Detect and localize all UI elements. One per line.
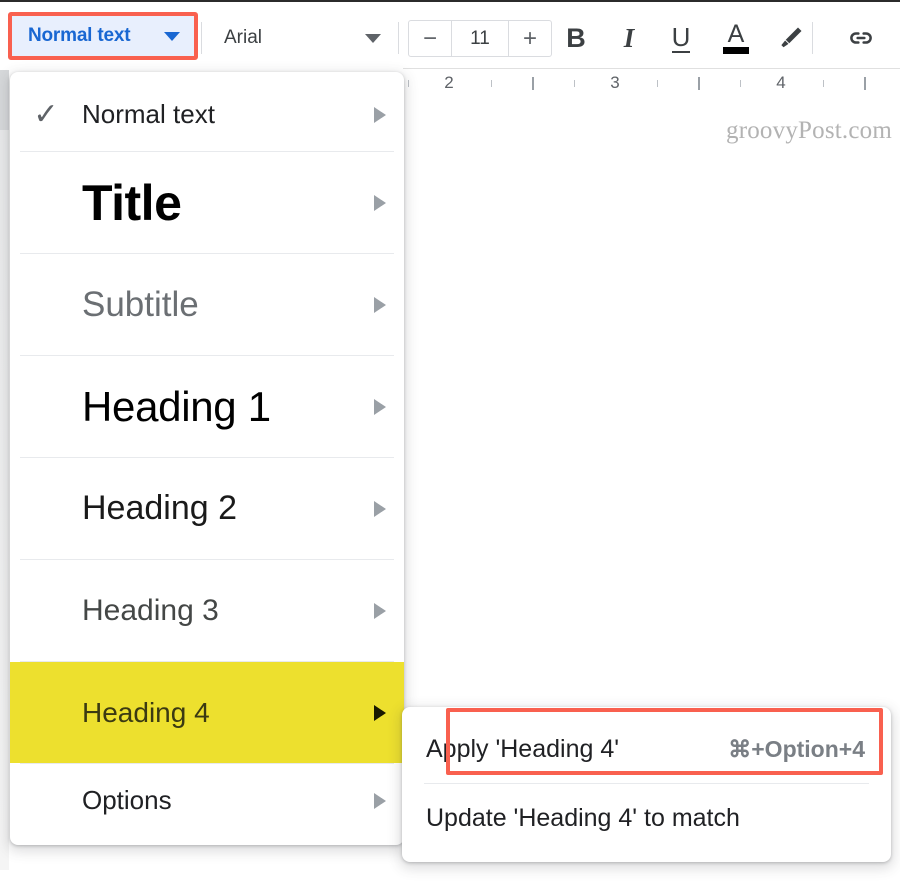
styles-menu-item-label: Subtitle [82,284,199,324]
toolbar-separator-1 [201,22,202,54]
ruler-tick [864,77,866,90]
ruler-number: 2 [444,73,454,92]
font-family-dropdown[interactable]: Arial [210,18,395,58]
ruler-number: 3 [610,73,620,92]
styles-menu-item-heading-1[interactable]: Heading 1 [10,356,404,457]
checkmark-icon: ✓ [33,97,59,131]
text-color-label: A [727,20,745,48]
docs-editor-screenshot: Arial − 11 + B I U A Normal text 2 3 4 g… [0,0,900,891]
styles-menu-item-heading-4[interactable]: Heading 4 [10,662,404,763]
ruler-tick [656,80,658,87]
styles-menu-item-label: Heading 3 [82,593,219,627]
chevron-down-icon [164,31,180,41]
font-size-stepper[interactable]: − 11 + [408,20,552,57]
submenu-item-label: Apply 'Heading 4' [426,734,620,763]
font-size-decrease-button[interactable]: − [409,21,451,56]
italic-button[interactable]: I [608,17,650,59]
left-edge-strip [0,70,9,130]
paragraph-style-dropdown[interactable]: Normal text [12,16,194,56]
styles-menu-item-label: Title [82,174,182,231]
ruler-tick [822,80,824,87]
styles-menu-item-heading-2[interactable]: Heading 2 [10,458,404,559]
styles-menu-item-subtitle[interactable]: Subtitle [10,254,404,355]
paragraph-style-label: Normal text [28,25,131,46]
styles-menu-item-label: Heading 4 [82,696,210,728]
toolbar-separator-3 [812,22,813,54]
styles-menu-item-label: Heading 2 [82,489,238,527]
highlighter-pen-icon [781,27,802,48]
insert-link-button[interactable] [840,17,882,59]
ruler-tick [532,77,534,90]
styles-menu-item-normal-text[interactable]: ✓ Normal text [10,78,404,151]
submenu-arrow-icon [374,500,386,517]
ruler-ticks: 2 3 4 [403,69,900,96]
submenu-arrow-icon [374,602,386,619]
submenu-arrow-icon [374,194,386,211]
submenu-arrow-icon [374,704,386,721]
font-size-input[interactable]: 11 [451,21,509,56]
text-color-swatch [723,47,749,54]
ruler-tick [407,80,409,87]
menu-item-check-slot: ✓ [10,97,82,131]
underline-label: U [671,21,691,53]
chevron-down-icon [365,33,381,43]
watermark-text: groovyPost.com [726,117,892,144]
styles-menu-item-heading-3[interactable]: Heading 3 [10,560,404,661]
styles-menu-item-label: Heading 1 [82,382,271,430]
bold-button[interactable]: B [555,17,597,59]
submenu-arrow-icon [374,398,386,415]
styles-menu-item-label: Normal text [82,99,215,129]
styles-menu-item-options[interactable]: Options [10,764,404,837]
paragraph-style-annotation-box: Normal text [8,12,198,60]
submenu-item-apply-heading4[interactable]: Apply 'Heading 4' ⌘+Option+4 [402,715,891,783]
submenu-arrow-icon [374,296,386,313]
ruler-number: 4 [776,73,786,92]
styles-menu-item-title[interactable]: Title [10,152,404,253]
ruler-tick [698,77,700,90]
highlight-color-button[interactable] [770,17,812,59]
toolbar-separator-2 [398,22,399,54]
submenu-arrow-icon [374,106,386,123]
underline-button[interactable]: U [660,17,702,59]
paragraph-styles-menu[interactable]: ✓ Normal text Title Subtitle Heading 1 Headin… [10,72,404,845]
styles-menu-item-label: Options [82,785,172,815]
submenu-arrow-icon [374,792,386,809]
ruler-tick [573,80,575,87]
ruler-tick [739,80,741,87]
submenu-item-label: Update 'Heading 4' to match [426,803,740,832]
left-scrollbar-track[interactable] [0,130,9,870]
ruler-tick [490,80,492,87]
font-size-increase-button[interactable]: + [509,21,551,56]
document-ruler[interactable]: 2 3 4 [403,68,900,96]
heading4-submenu[interactable]: Apply 'Heading 4' ⌘+Option+4 Update 'Headi… [402,707,891,862]
submenu-item-shortcut: ⌘+Option+4 [728,735,865,762]
font-family-label: Arial [224,27,263,48]
submenu-item-update-heading4[interactable]: Update 'Heading 4' to match [402,784,891,852]
link-icon [850,32,872,44]
text-color-button[interactable]: A [715,17,757,59]
